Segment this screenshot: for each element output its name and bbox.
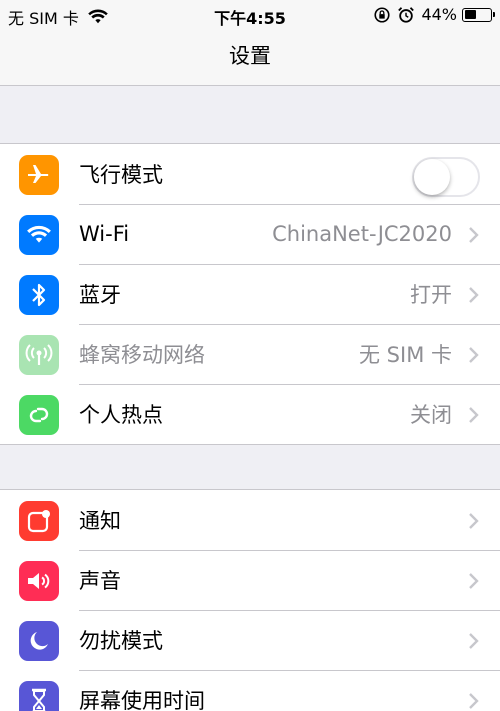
sounds-icon — [19, 561, 59, 601]
moon-icon — [19, 621, 59, 661]
settings-group-connectivity: 飞行模式 Wi-Fi ChinaNet-JC2020 蓝牙 打开 蜂窝移动网络 … — [0, 143, 500, 445]
row-sounds[interactable]: 声音 — [0, 550, 500, 610]
row-cellular[interactable]: 蜂窝移动网络 无 SIM 卡 — [0, 324, 500, 384]
wifi-icon — [19, 215, 59, 255]
bluetooth-icon — [19, 275, 59, 315]
hotspot-icon — [19, 395, 59, 435]
row-label: Wi-Fi — [79, 222, 130, 246]
row-value: ChinaNet-JC2020 — [272, 222, 452, 246]
chevron-right-icon — [469, 633, 479, 649]
chevron-right-icon — [469, 407, 479, 423]
row-do-not-disturb[interactable]: 勿扰模式 — [0, 610, 500, 670]
settings-group-notifications: 通知 声音 勿扰模式 屏幕使用时间 — [0, 489, 500, 711]
chevron-right-icon — [469, 693, 479, 709]
row-label: 个人热点 — [79, 403, 163, 427]
chevron-right-icon — [469, 227, 479, 243]
toggle-knob — [414, 159, 450, 195]
row-label: 通知 — [79, 509, 121, 533]
nav-bar: 设置 — [0, 30, 500, 86]
chevron-right-icon — [469, 513, 479, 529]
status-right: 44% — [373, 5, 495, 24]
battery-icon — [462, 7, 495, 22]
row-wifi[interactable]: Wi-Fi ChinaNet-JC2020 — [0, 204, 500, 264]
status-bar: 无 SIM 卡 下午4:55 44% — [0, 0, 500, 30]
row-value: 无 SIM 卡 — [359, 343, 452, 367]
row-label: 勿扰模式 — [79, 629, 163, 653]
row-label: 屏幕使用时间 — [79, 689, 205, 711]
chevron-right-icon — [469, 347, 479, 363]
row-label: 蓝牙 — [79, 283, 121, 307]
battery-fill — [464, 10, 476, 19]
alarm-icon — [398, 6, 415, 23]
row-value: 打开 — [410, 283, 452, 307]
row-bluetooth[interactable]: 蓝牙 打开 — [0, 264, 500, 324]
row-personal-hotspot[interactable]: 个人热点 关闭 — [0, 384, 500, 444]
row-label: 飞行模式 — [79, 163, 163, 187]
row-label: 声音 — [79, 569, 121, 593]
chevron-right-icon — [469, 287, 479, 303]
orientation-lock-icon — [374, 6, 390, 23]
row-screen-time[interactable]: 屏幕使用时间 — [0, 670, 500, 711]
cellular-icon — [19, 335, 59, 375]
page-title: 设置 — [229, 44, 271, 68]
battery-percent: 44% — [421, 5, 457, 24]
row-notifications[interactable]: 通知 — [0, 490, 500, 550]
row-value: 关闭 — [410, 403, 452, 427]
row-label: 蜂窝移动网络 — [79, 343, 205, 367]
row-airplane-mode[interactable]: 飞行模式 — [0, 144, 500, 204]
hourglass-icon — [19, 681, 59, 711]
airplane-mode-toggle[interactable] — [412, 157, 480, 197]
notifications-icon — [19, 501, 59, 541]
chevron-right-icon — [469, 573, 479, 589]
airplane-icon — [19, 155, 59, 195]
